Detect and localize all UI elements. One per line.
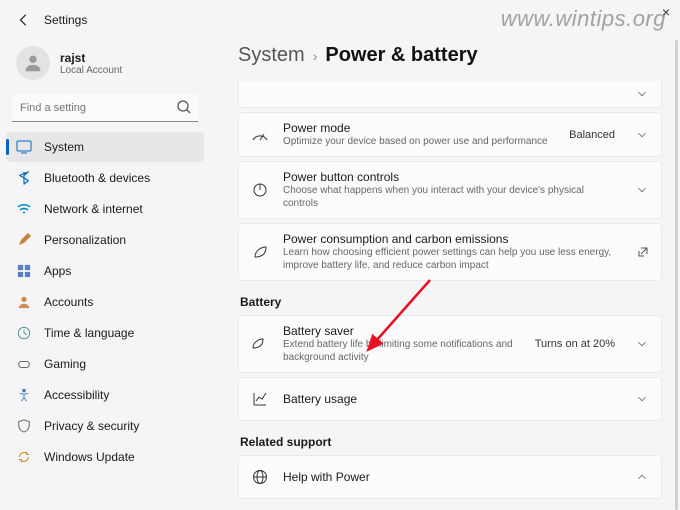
section-related: Related support [240,435,662,449]
nav-label: Gaming [44,357,86,371]
sidebar-item-privacy[interactable]: Privacy & security [6,411,204,441]
card-title: Power mode [283,121,555,135]
nav-label: Bluetooth & devices [44,171,150,185]
bluetooth-icon [16,170,32,186]
nav-label: Accounts [44,295,93,309]
nav-label: Network & internet [44,202,143,216]
chart-icon [251,390,269,408]
card-subtitle: Extend battery life by limiting some not… [283,338,521,364]
sidebar-item-gaming[interactable]: Gaming [6,349,204,379]
app-title: Settings [44,13,87,27]
card-help[interactable]: Help with Power [238,455,662,499]
user-account-type: Local Account [60,65,122,76]
card-subtitle: Choose what happens when you interact wi… [283,184,621,210]
sidebar-item-accessibility[interactable]: Accessibility [6,380,204,410]
globe-icon [251,468,269,486]
sidebar-item-bluetooth[interactable]: Bluetooth & devices [6,163,204,193]
sidebar-item-time[interactable]: Time & language [6,318,204,348]
apps-icon [16,263,32,279]
card-subtitle: Optimize your device based on power use … [283,135,555,148]
sidebar: rajst Local Account System Bluetooth & d… [0,40,210,510]
card-title: Power button controls [283,170,621,184]
wifi-icon [16,201,32,217]
gamepad-icon [16,356,32,372]
breadcrumb: System › Power & battery [238,44,662,67]
sidebar-item-system[interactable]: System [6,132,204,162]
card-partial-top[interactable] [238,81,662,108]
chevron-right-icon: › [313,48,318,64]
accessibility-icon [16,387,32,403]
section-battery: Battery [240,295,662,309]
external-link-icon [637,246,649,258]
close-button[interactable]: × [662,4,670,20]
card-title: Battery usage [283,392,621,406]
chevron-down-icon [635,392,649,406]
card-power-mode[interactable]: Power mode Optimize your device based on… [238,112,662,157]
update-icon [16,449,32,465]
power-icon [251,181,269,199]
sidebar-item-network[interactable]: Network & internet [6,194,204,224]
search-input[interactable] [12,94,198,122]
user-icon [16,294,32,310]
card-title: Help with Power [283,470,621,484]
breadcrumb-parent[interactable]: System [238,44,305,67]
sidebar-item-personalization[interactable]: Personalization [6,225,204,255]
clock-icon [16,325,32,341]
sidebar-item-update[interactable]: Windows Update [6,442,204,472]
chevron-down-icon [635,128,649,142]
battery-saver-value: Turns on at 20% [535,338,615,350]
leaf-icon [251,243,269,261]
avatar [16,46,50,80]
user-block[interactable]: rajst Local Account [6,40,204,92]
nav-label: Personalization [44,233,126,247]
chevron-down-icon [635,183,649,197]
card-power-button[interactable]: Power button controls Choose what happen… [238,161,662,219]
nav-label: Accessibility [44,388,109,402]
search-icon [176,99,192,115]
brush-icon [16,232,32,248]
user-name: rajst [60,51,122,65]
sidebar-item-apps[interactable]: Apps [6,256,204,286]
card-title: Power consumption and carbon emissions [283,232,619,246]
back-button[interactable] [14,10,34,30]
nav-label: Apps [44,264,71,278]
chevron-down-icon [635,337,649,351]
card-subtitle: Learn how choosing efficient power setti… [283,246,619,272]
nav-label: System [44,140,84,154]
main-content: System › Power & battery Power mode Opti… [210,40,680,510]
chevron-up-icon [635,470,649,484]
nav-label: Time & language [44,326,134,340]
gauge-icon [251,126,269,144]
nav-label: Windows Update [44,450,135,464]
system-icon [16,139,32,155]
scrollbar[interactable] [675,40,678,510]
link-adjust-power[interactable]: Adjusting power and sleep settings [238,503,662,510]
card-title: Battery saver [283,324,521,338]
shield-icon [16,418,32,434]
leaf-battery-icon [251,335,269,353]
chevron-down-icon [635,87,649,101]
power-mode-value: Balanced [569,129,615,141]
card-battery-usage[interactable]: Battery usage [238,377,662,421]
card-battery-saver[interactable]: Battery saver Extend battery life by lim… [238,315,662,373]
sidebar-item-accounts[interactable]: Accounts [6,287,204,317]
nav-label: Privacy & security [44,419,139,433]
card-carbon[interactable]: Power consumption and carbon emissions L… [238,223,662,281]
breadcrumb-current: Power & battery [325,44,477,67]
